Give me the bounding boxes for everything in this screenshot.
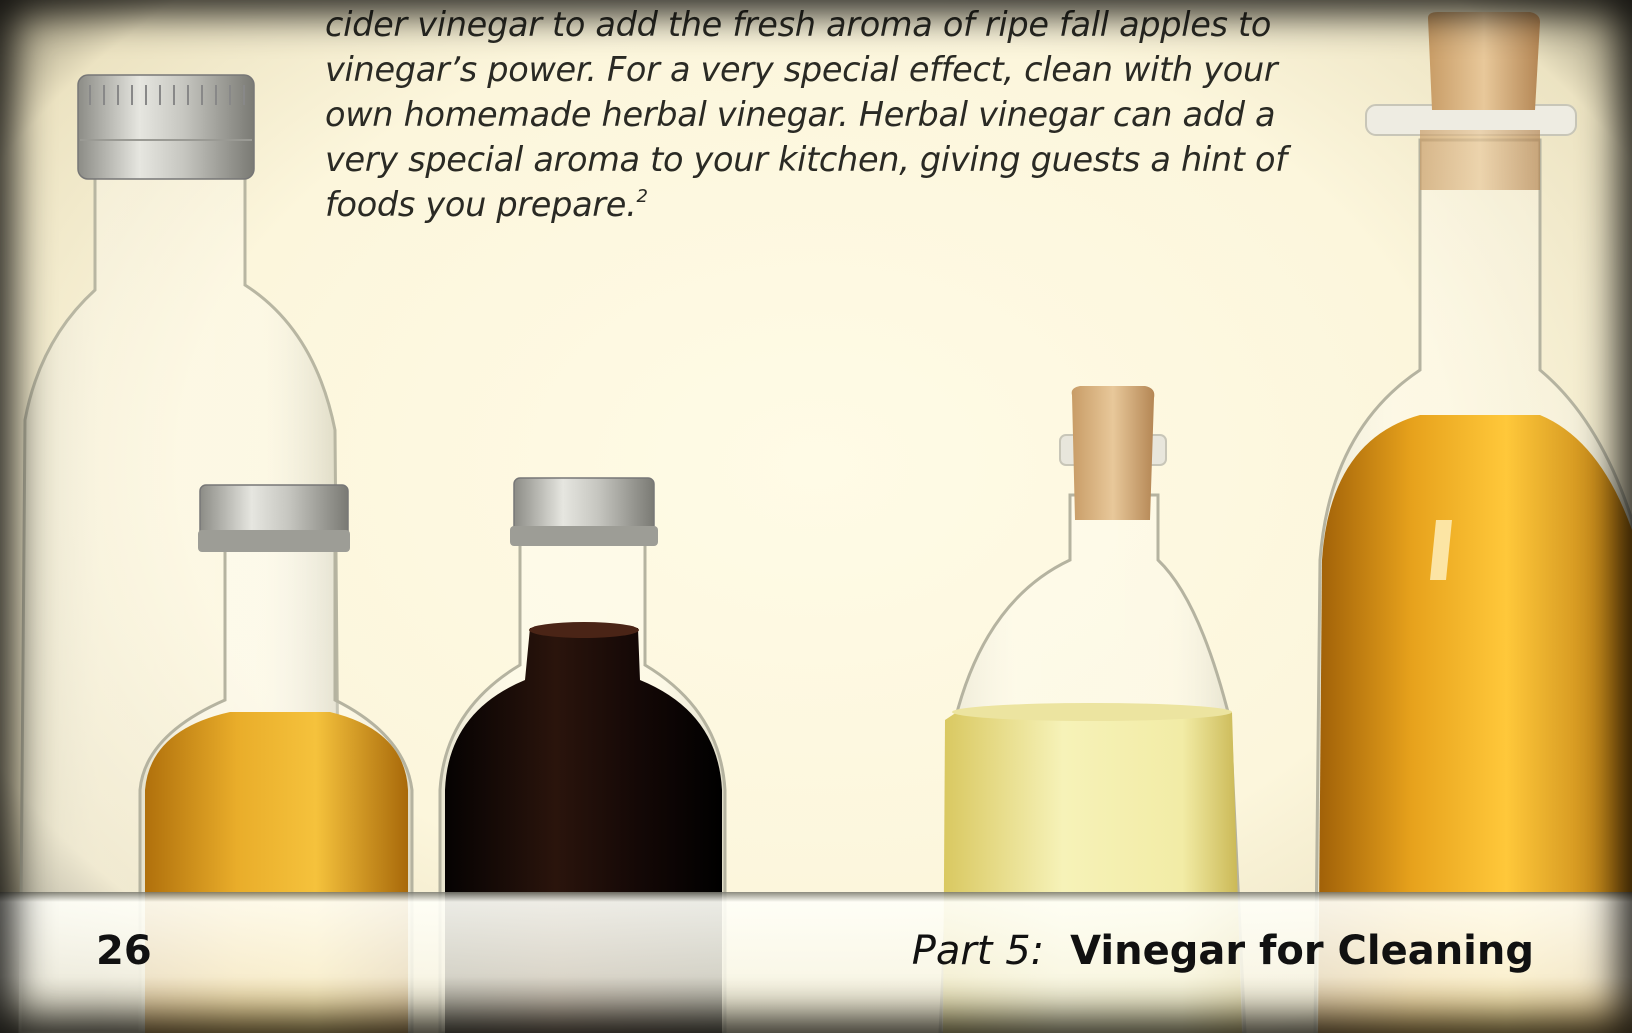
page-number: 26 [96,928,152,974]
body-line: own homemade herbal vinegar. Herbal vine… [325,95,1276,134]
page: cider vinegar to add the fresh aroma of … [0,0,1632,1033]
body-line: cider vinegar to add the fresh aroma of … [325,5,1272,44]
body-paragraph: cider vinegar to add the fresh aroma of … [325,2,1287,227]
footnote-marker: 2 [636,186,648,207]
running-head: Part 5: Vinegar for Cleaning [912,928,1534,974]
amber-bottle-large [1313,12,1632,1033]
body-line-last: foods you prepare.2 [325,182,1285,227]
body-line: very special aroma to your kitchen, givi… [325,140,1287,179]
body-line: vinegar’s power. For a very special effe… [325,50,1278,89]
chapter-title: Vinegar for Cleaning [1070,928,1534,974]
part-label: Part 5: [911,928,1045,974]
body-line-text: foods you prepare. [325,185,637,224]
